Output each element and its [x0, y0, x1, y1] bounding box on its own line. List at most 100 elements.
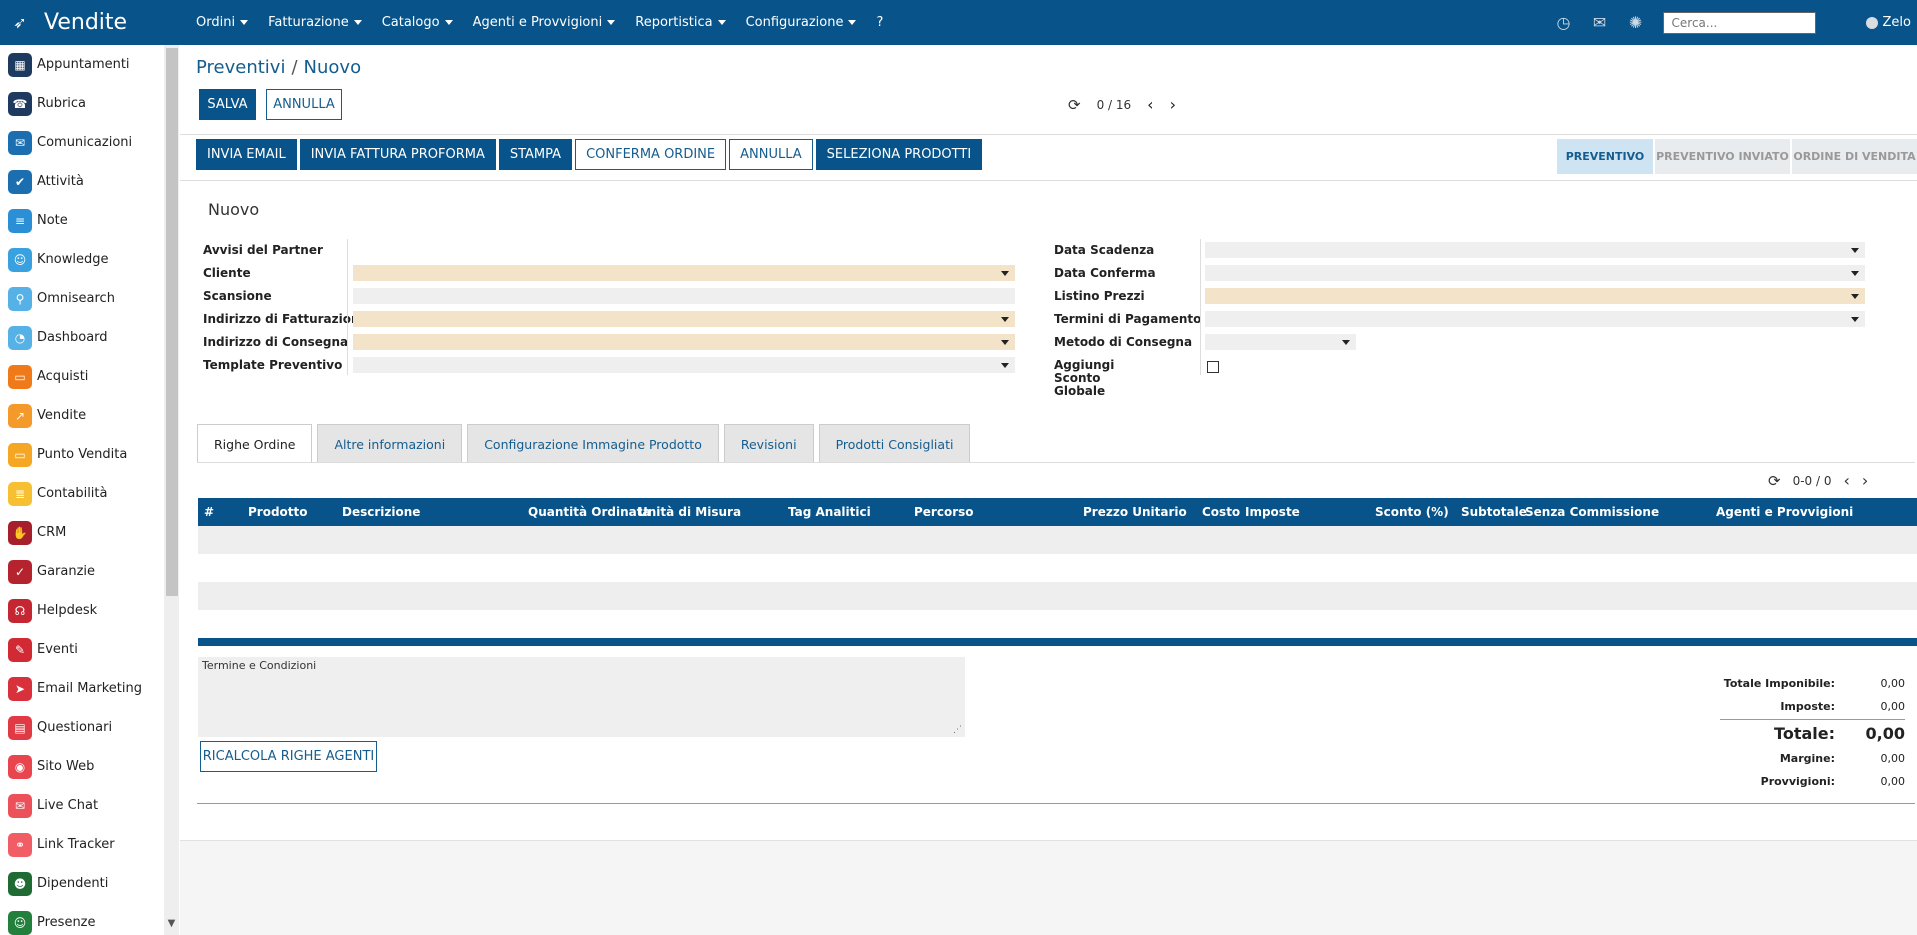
- clock-icon[interactable]: ◷: [1549, 13, 1579, 32]
- column-header[interactable]: Descrizione: [342, 505, 420, 519]
- lines-chevron-right-icon[interactable]: ›: [1862, 471, 1868, 490]
- sidebar-item-vendite[interactable]: ↗ Vendite: [0, 396, 180, 435]
- sidebar-item-dipendenti[interactable]: ☻ Dipendenti: [0, 864, 180, 903]
- column-header[interactable]: Prodotto: [248, 505, 308, 519]
- person-icon: ☺: [8, 910, 32, 935]
- sidebar-item-attività[interactable]: ✔ Attività: [0, 162, 180, 201]
- sidebar-item-appuntamenti[interactable]: ▦ Appuntamenti: [0, 45, 180, 84]
- field-input-2[interactable]: [353, 288, 1015, 304]
- resize-grip-icon[interactable]: ⋰: [953, 725, 962, 735]
- lines-pager-value[interactable]: 0-0 / 0: [1793, 474, 1832, 488]
- sidebar-item-note[interactable]: ≡ Note: [0, 201, 180, 240]
- sidebar-item-contabilità[interactable]: ≣ Contabilità: [0, 474, 180, 513]
- status-stage-0[interactable]: PREVENTIVO: [1557, 139, 1653, 174]
- column-header[interactable]: Percorso: [914, 505, 974, 519]
- discard-button[interactable]: ANNULLA: [266, 89, 342, 120]
- table-row[interactable]: [198, 610, 1917, 638]
- sidebar-item-knowledge[interactable]: ☺ Knowledge: [0, 240, 180, 279]
- global-discount-checkbox[interactable]: [1207, 361, 1219, 373]
- menu-item-5[interactable]: Configurazione: [746, 15, 857, 30]
- field-label-3: Indirizzo di Fatturazione: [203, 312, 368, 326]
- sidebar-item-dashboard[interactable]: ◔ Dashboard: [0, 318, 180, 357]
- action-button-0[interactable]: INVIA EMAIL: [196, 139, 297, 170]
- user-menu[interactable]: Zelo: [1865, 15, 1911, 30]
- field-input-right-1[interactable]: [1205, 265, 1865, 281]
- tab-2[interactable]: Configurazione Immagine Prodotto: [467, 424, 719, 463]
- lines-chevron-left-icon[interactable]: ‹: [1843, 471, 1849, 490]
- sidebar-item-garanzie[interactable]: ✓ Garanzie: [0, 552, 180, 591]
- field-input-5[interactable]: [353, 357, 1015, 373]
- app-launcher-icon[interactable]: ➶: [0, 13, 40, 32]
- sidebar-item-label: Live Chat: [37, 798, 99, 813]
- sidebar-item-helpdesk[interactable]: ☊ Helpdesk: [0, 591, 180, 630]
- action-button-2[interactable]: STAMPA: [498, 139, 573, 170]
- field-input-right-0[interactable]: [1205, 242, 1865, 258]
- column-header[interactable]: Subtotale: [1461, 505, 1527, 519]
- sidebar-item-punto-vendita[interactable]: ▭ Punto Vendita: [0, 435, 180, 474]
- sidebar-scroll-thumb[interactable]: [166, 48, 178, 596]
- sidebar-item-email-marketing[interactable]: ➤ Email Marketing: [0, 669, 180, 708]
- spinner-icon[interactable]: ✺: [1621, 13, 1651, 32]
- column-header[interactable]: #: [204, 505, 214, 519]
- terms-textarea[interactable]: Termine e Condizioni ⋰: [198, 657, 965, 737]
- action-button-5[interactable]: SELEZIONA PRODOTTI: [815, 139, 983, 170]
- sidebar-item-questionari[interactable]: ▤ Questionari: [0, 708, 180, 747]
- status-stage-1[interactable]: PREVENTIVO INVIATO: [1655, 139, 1790, 174]
- refresh-icon[interactable]: ⟳: [1068, 96, 1081, 114]
- field-input-right-2[interactable]: [1205, 288, 1865, 304]
- chat-icon[interactable]: ✉: [1585, 13, 1615, 32]
- recalc-agents-button[interactable]: RICALCOLA RIGHE AGENTI: [200, 741, 377, 772]
- menu-item-2[interactable]: Catalogo: [382, 15, 453, 30]
- tab-4[interactable]: Prodotti Consigliati: [818, 424, 971, 463]
- save-button[interactable]: SALVA: [199, 89, 256, 120]
- field-input-1[interactable]: [353, 265, 1015, 281]
- tab-1[interactable]: Altre informazioni: [317, 424, 463, 463]
- menu-item-0[interactable]: Ordini: [196, 15, 249, 30]
- tab-3[interactable]: Revisioni: [723, 424, 814, 463]
- column-header[interactable]: Costo: [1202, 505, 1240, 519]
- sidebar-item-presenze[interactable]: ☺ Presenze: [0, 903, 180, 935]
- column-header[interactable]: Tag Analitici: [788, 505, 871, 519]
- breadcrumb-parent[interactable]: Preventivi: [196, 57, 285, 78]
- sidebar-item-comunicazioni[interactable]: ✉ Comunicazioni: [0, 123, 180, 162]
- column-header[interactable]: Unità di Misura: [638, 505, 741, 519]
- sidebar-item-live-chat[interactable]: ✉ Live Chat: [0, 786, 180, 825]
- pager-value[interactable]: 0 / 16: [1097, 98, 1132, 112]
- sidebar-item-rubrica[interactable]: ☎ Rubrica: [0, 84, 180, 123]
- sidebar-item-link-tracker[interactable]: ⚭ Link Tracker: [0, 825, 180, 864]
- action-button-4[interactable]: ANNULLA: [729, 139, 813, 170]
- sidebar-item-omnisearch[interactable]: ⚲ Omnisearch: [0, 279, 180, 318]
- table-row[interactable]: [198, 526, 1917, 554]
- action-button-1[interactable]: INVIA FATTURA PROFORMA: [299, 139, 496, 170]
- column-header[interactable]: Sconto (%): [1375, 505, 1449, 519]
- sidebar-item-crm[interactable]: ✋ CRM: [0, 513, 180, 552]
- sidebar-item-sito-web[interactable]: ◉ Sito Web: [0, 747, 180, 786]
- field-input-right-4[interactable]: [1205, 334, 1356, 350]
- menu-item-4[interactable]: Reportistica: [635, 15, 726, 30]
- sidebar-item-eventi[interactable]: ✎ Eventi: [0, 630, 180, 669]
- column-header[interactable]: Prezzo Unitario: [1083, 505, 1187, 519]
- field-input-4[interactable]: [353, 334, 1015, 350]
- action-button-3[interactable]: CONFERMA ORDINE: [575, 139, 727, 170]
- column-header[interactable]: Quantità Ordinata: [528, 505, 651, 519]
- scroll-down-icon[interactable]: ▼: [164, 918, 179, 932]
- table-row[interactable]: [198, 554, 1917, 582]
- menu-item-1[interactable]: Fatturazione: [268, 15, 362, 30]
- lines-refresh-icon[interactable]: ⟳: [1768, 472, 1781, 490]
- menu-item-3[interactable]: Agenti e Provvigioni: [473, 15, 616, 30]
- field-input-3[interactable]: [353, 311, 1015, 327]
- field-label-right-0: Data Scadenza: [1054, 243, 1155, 257]
- table-row[interactable]: [198, 582, 1917, 610]
- field-input-right-3[interactable]: [1205, 311, 1865, 327]
- column-header[interactable]: Senza Commissione: [1525, 505, 1659, 519]
- chevron-left-icon[interactable]: ‹: [1147, 95, 1153, 114]
- status-stage-2[interactable]: ORDINE DI VENDITA: [1792, 139, 1917, 174]
- chevron-right-icon[interactable]: ›: [1170, 95, 1176, 114]
- menu-item-6[interactable]: ?: [876, 15, 883, 30]
- tab-0[interactable]: Righe Ordine: [197, 424, 313, 463]
- column-header[interactable]: Agenti e Provvigioni: [1716, 505, 1853, 519]
- column-header[interactable]: Imposte: [1245, 505, 1300, 519]
- search-input[interactable]: [1662, 11, 1816, 34]
- sidebar-item-acquisti[interactable]: ▭ Acquisti: [0, 357, 180, 396]
- sidebar-item-label: Rubrica: [37, 96, 87, 111]
